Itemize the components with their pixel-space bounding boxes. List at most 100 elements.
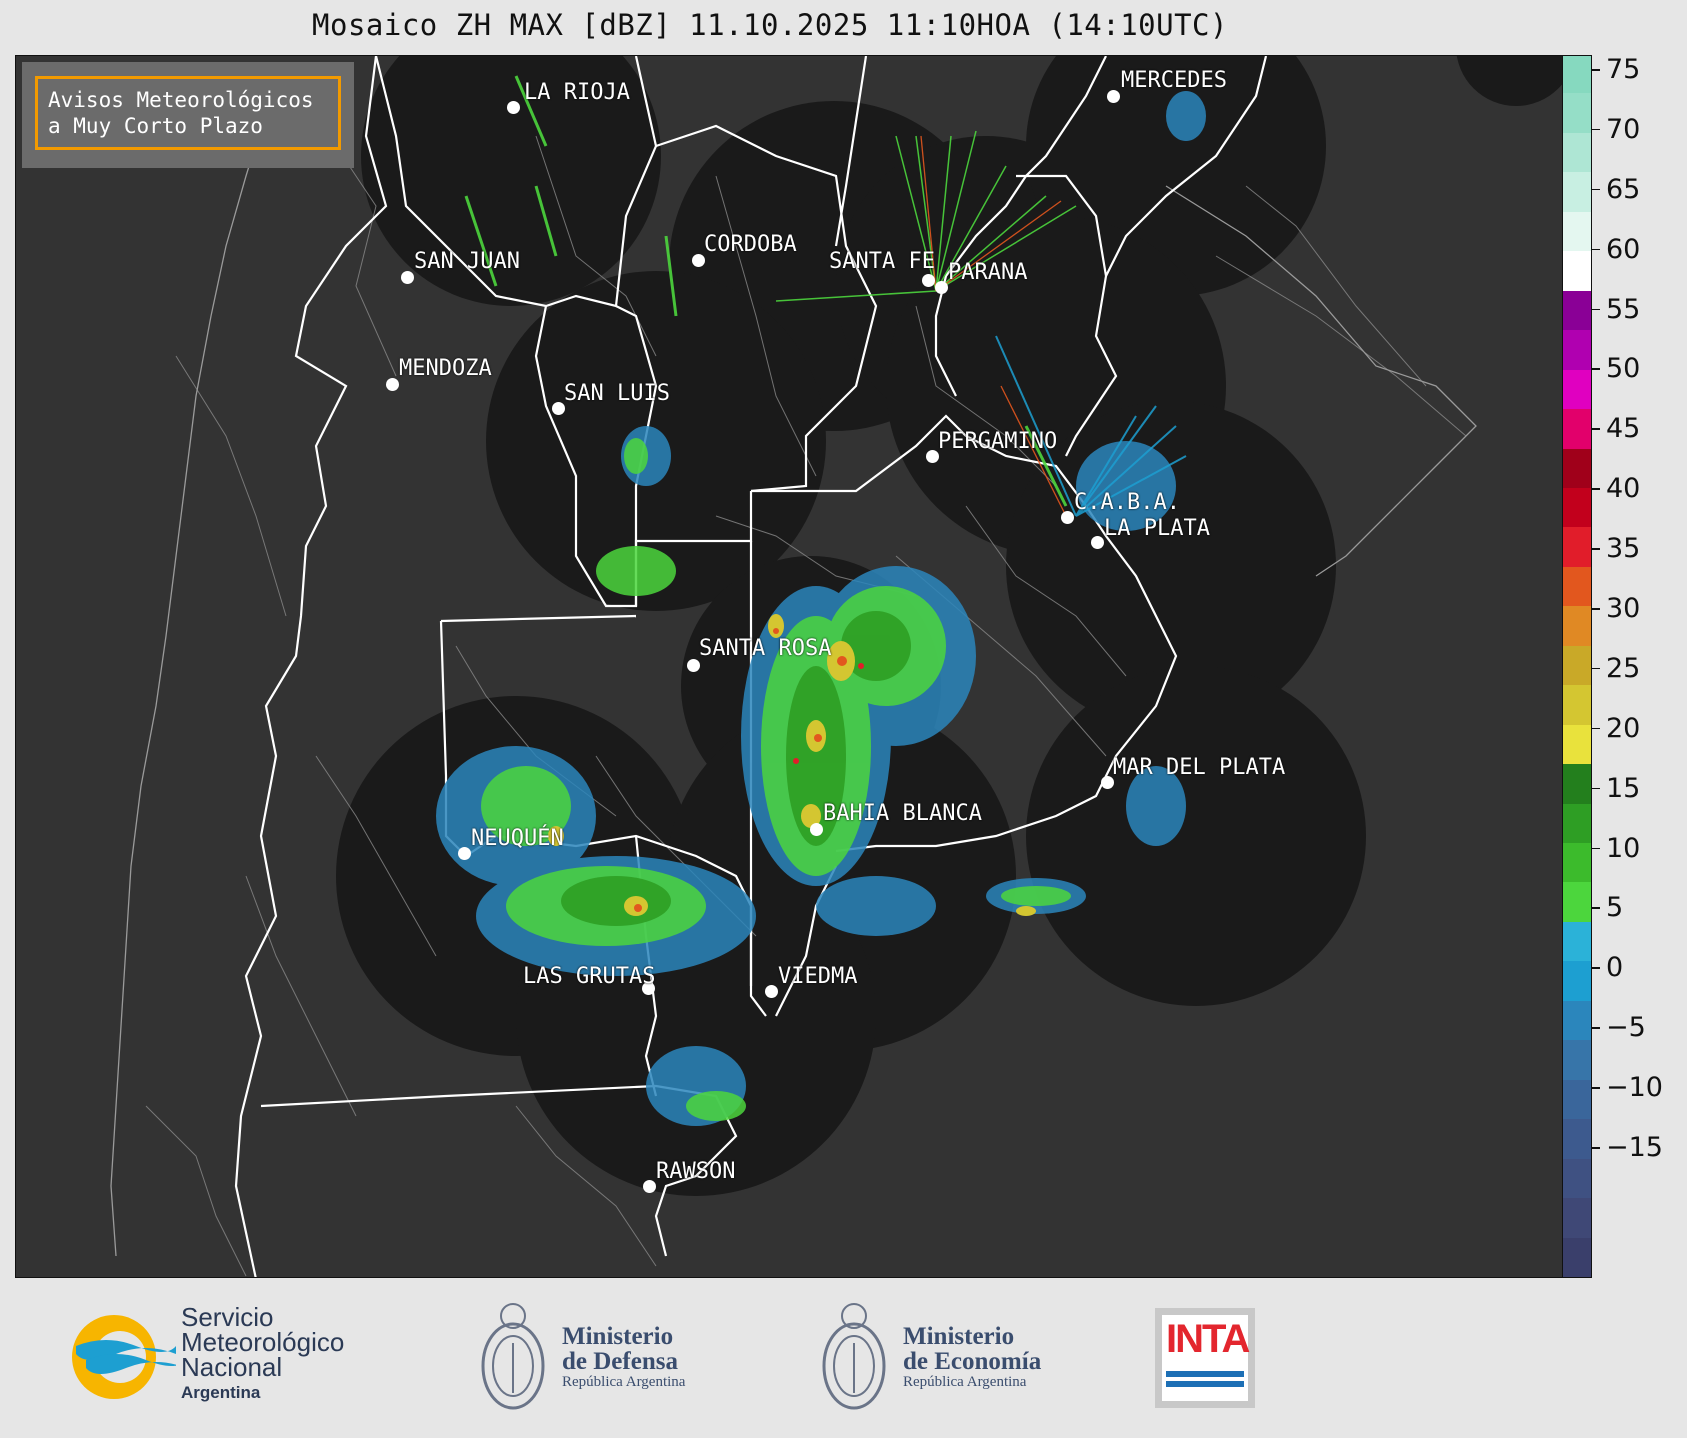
colorbar-tick-label: 40 <box>1592 475 1640 502</box>
colorbar-segment <box>1563 211 1591 252</box>
colorbar-segment <box>1563 1000 1591 1041</box>
colorbar-tick-label: 50 <box>1592 355 1640 382</box>
avisos-line2: a Muy Corto Plazo <box>48 114 263 138</box>
city-dot-mendoza <box>386 378 399 391</box>
colorbar-tick-label: 75 <box>1592 56 1640 83</box>
colorbar-segment <box>1563 487 1591 528</box>
colorbar-segment <box>1563 329 1591 370</box>
argentina-coat-of-arms-icon-2 <box>822 1303 886 1410</box>
smn-logo-icon <box>72 1315 176 1399</box>
city-dot-viedma <box>765 985 778 998</box>
city-dot-mercedes <box>1107 90 1120 103</box>
colorbar-tick-label: 45 <box>1592 415 1640 442</box>
colorbar-tick-label: −15 <box>1592 1134 1663 1161</box>
map-title: Mosaico ZH MAX [dBZ] 11.10.2025 11:10HOA… <box>312 8 1228 42</box>
city-label-la-rioja: LA RIOJA <box>524 80 630 105</box>
colorbar-segment <box>1563 132 1591 173</box>
radar-map[interactable]: Avisos Meteorológicos a Muy Corto Plazo … <box>15 55 1563 1278</box>
colorbar-segment <box>1563 408 1591 449</box>
colorbar-segment <box>1563 1158 1591 1199</box>
avisos-panel[interactable]: Avisos Meteorológicos a Muy Corto Plazo <box>22 62 354 168</box>
city-label-caba: C.A.B.A. <box>1074 490 1180 515</box>
colorbar-segment <box>1563 92 1591 133</box>
city-label-bahia-blanca: BAHIA BLANCA <box>823 801 982 826</box>
colorbar-segment <box>1563 250 1591 291</box>
colorbar-tick-label: 10 <box>1592 835 1640 862</box>
smn-line4: Argentina <box>181 1383 261 1402</box>
smn-logo-text: Servicio Meteorológico Nacional Argentin… <box>181 1304 344 1405</box>
economia-logo-text: Ministerio de Economía República Argenti… <box>903 1324 1041 1391</box>
colorbar-tick-label: 55 <box>1592 296 1640 323</box>
colorbar-segment <box>1563 960 1591 1001</box>
colorbar-segment <box>1563 566 1591 607</box>
defensa-line1: Ministerio <box>562 1323 674 1350</box>
city-dot-rawson <box>643 1180 656 1193</box>
colorbar-tick-label: 35 <box>1592 535 1640 562</box>
dbz-colorbar <box>1562 55 1592 1278</box>
city-label-san-juan: SAN JUAN <box>414 249 520 274</box>
city-label-pergamino: PERGAMINO <box>938 429 1058 454</box>
footer-logos: Servicio Meteorológico Nacional Argentin… <box>0 1278 1687 1438</box>
colorbar-segment <box>1563 56 1591 94</box>
city-label-santa-fe: SANTA FE <box>829 249 935 274</box>
colorbar-segment <box>1563 1079 1591 1120</box>
city-dot-parana <box>935 281 948 294</box>
colorbar-tick-label: −10 <box>1592 1074 1663 1101</box>
city-dot-caba <box>1061 511 1074 524</box>
smn-line3: Nacional <box>181 1352 283 1382</box>
city-label-mar-del-plata: MAR DEL PLATA <box>1113 755 1286 780</box>
colorbar-tick-label: 65 <box>1592 176 1640 203</box>
colorbar-tick-label: 30 <box>1592 595 1640 622</box>
economia-line1: Ministerio <box>903 1323 1015 1350</box>
argentina-coat-of-arms-icon <box>481 1303 545 1410</box>
colorbar-tick-label: 15 <box>1592 775 1640 802</box>
city-label-viedma: VIEDMA <box>778 964 858 989</box>
colorbar-segment <box>1563 645 1591 686</box>
colorbar-segment <box>1563 526 1591 567</box>
colorbar-segment <box>1563 684 1591 725</box>
colorbar-segment <box>1563 1039 1591 1080</box>
colorbar-segment <box>1563 763 1591 804</box>
colorbar-tick-label: 20 <box>1592 715 1640 742</box>
city-dot-la-rioja <box>507 101 520 114</box>
colorbar-tick-label: 0 <box>1592 954 1623 981</box>
city-label-mercedes: MERCEDES <box>1121 68 1227 93</box>
colorbar-tick-label: −5 <box>1592 1014 1646 1041</box>
colorbar-tick-label: 70 <box>1592 116 1640 143</box>
city-label-neuquen: NEUQUÉN <box>471 826 564 851</box>
colorbar-segment <box>1563 605 1591 646</box>
defensa-line3: República Argentina <box>562 1374 686 1390</box>
colorbar-segment <box>1563 1236 1591 1277</box>
city-label-santa-rosa: SANTA ROSA <box>699 636 832 661</box>
colorbar-segment <box>1563 1197 1591 1238</box>
colorbar-segment <box>1563 842 1591 883</box>
city-dot-la-plata <box>1091 536 1104 549</box>
city-dot-san-juan <box>401 271 414 284</box>
colorbar-tick-label: 5 <box>1592 894 1623 921</box>
colorbar-segment <box>1563 447 1591 488</box>
city-label-san-luis: SAN LUIS <box>564 381 670 406</box>
colorbar-tick-label: 60 <box>1592 236 1640 263</box>
avisos-label: Avisos Meteorológicos a Muy Corto Plazo <box>35 76 341 150</box>
economia-line3: República Argentina <box>903 1374 1027 1390</box>
colorbar-segment <box>1563 1118 1591 1159</box>
inta-logo: INTA <box>1155 1308 1255 1408</box>
colorbar-tick-label: 25 <box>1592 655 1640 682</box>
colorbar-segment <box>1563 803 1591 844</box>
colorbar-segment <box>1563 724 1591 765</box>
city-label-las-grutas: LAS GRUTAS <box>523 964 656 989</box>
city-label-la-plata: LA PLATA <box>1104 516 1210 541</box>
inta-logo-text: INTA <box>1166 1317 1250 1361</box>
economia-line2: de Economía <box>903 1348 1042 1375</box>
colorbar-segment <box>1563 921 1591 962</box>
colorbar-segment <box>1563 290 1591 331</box>
colorbar-segment <box>1563 171 1591 212</box>
city-dot-santa-fe <box>922 274 935 287</box>
avisos-line1: Avisos Meteorológicos <box>48 88 314 112</box>
city-dot-neuquen <box>458 847 471 860</box>
city-dot-bahia-blanca <box>810 823 823 836</box>
colorbar-segment <box>1563 881 1591 922</box>
city-label-mendoza: MENDOZA <box>399 356 492 381</box>
colorbar-segment <box>1563 369 1591 410</box>
city-label-rawson: RAWSON <box>656 1159 736 1184</box>
